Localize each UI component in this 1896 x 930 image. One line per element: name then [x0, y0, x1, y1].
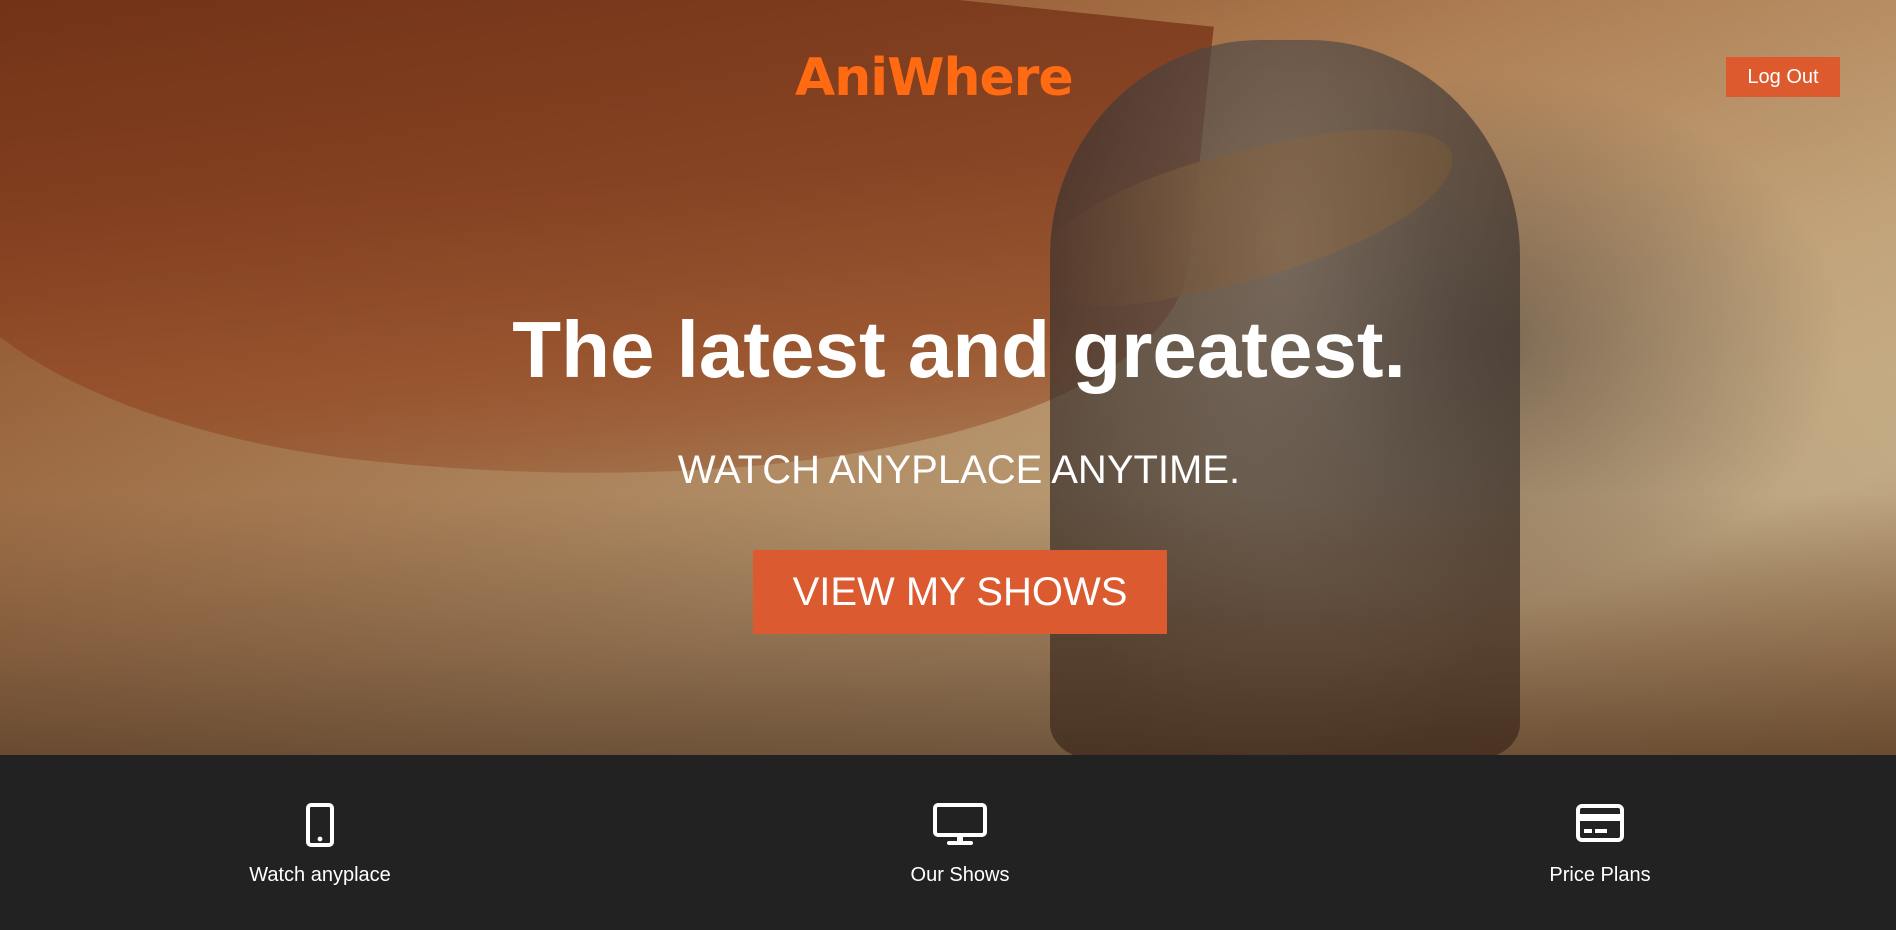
- hero-subheadline: WATCH ANYPLACE ANYTIME.: [677, 448, 1241, 492]
- brand-logo[interactable]: AniWhere: [795, 48, 1074, 108]
- feature-label: Watch anyplace: [249, 864, 391, 886]
- view-my-shows-button[interactable]: VIEW MY SHOWS: [753, 550, 1167, 634]
- feature-label: Our Shows: [910, 864, 1010, 886]
- feature-our-shows[interactable]: Our Shows: [760, 755, 1160, 930]
- mobile-phone-icon: [120, 803, 520, 847]
- hero-banner: AniWhere Log Out The latest and greatest…: [0, 0, 1896, 755]
- monitor-icon: [760, 803, 1160, 847]
- credit-card-icon: [1400, 803, 1800, 847]
- features-bar: Watch anyplace Our Shows Price Plans: [0, 755, 1896, 930]
- feature-label: Price Plans: [1549, 864, 1651, 886]
- hero-headline: The latest and greatest.: [512, 305, 1406, 394]
- feature-price-plans[interactable]: Price Plans: [1400, 755, 1800, 930]
- feature-watch-anyplace[interactable]: Watch anyplace: [120, 755, 520, 930]
- logout-button[interactable]: Log Out: [1726, 57, 1840, 97]
